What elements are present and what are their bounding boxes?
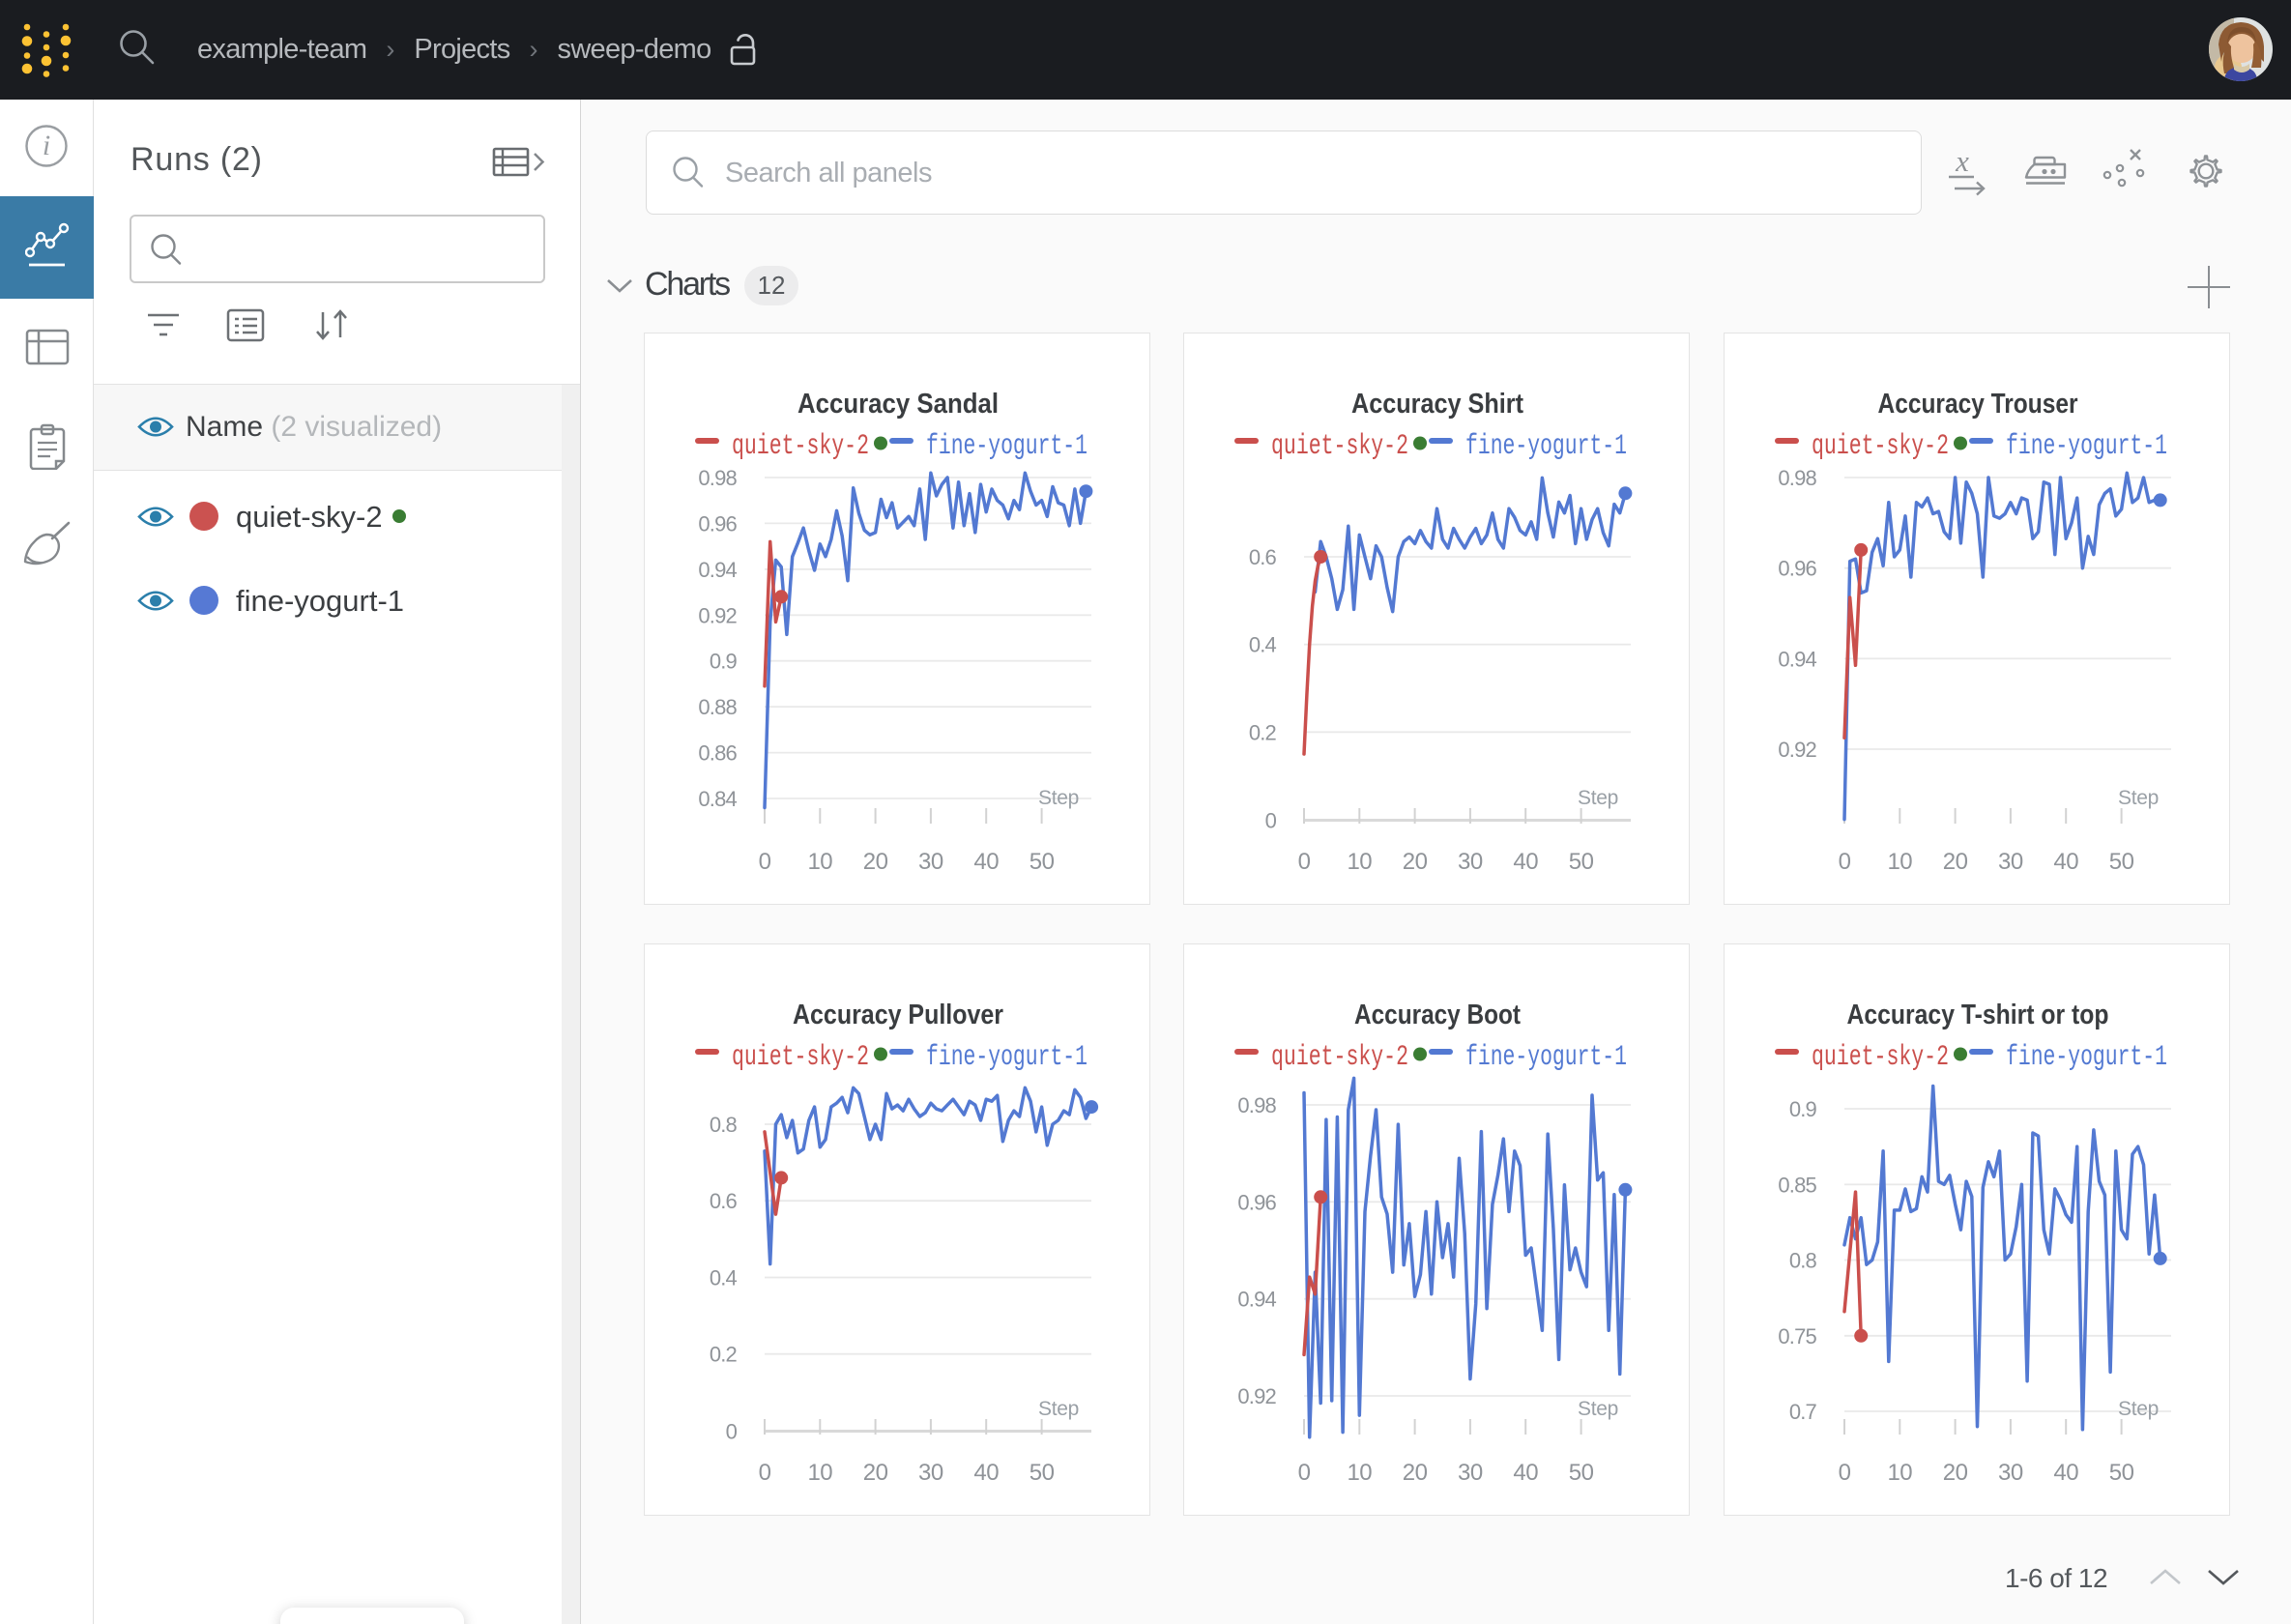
svg-text:quiet-sky-2: quiet-sky-2 — [1812, 430, 1949, 463]
svg-text:10: 10 — [1887, 849, 1912, 875]
svg-text:quiet-sky-2: quiet-sky-2 — [732, 1041, 869, 1074]
svg-text:0.4: 0.4 — [710, 1266, 738, 1290]
svg-text:50: 50 — [2109, 849, 2134, 875]
svg-text:Accuracy T-shirt or top: Accuracy T-shirt or top — [1847, 1000, 2109, 1030]
svg-text:0.9: 0.9 — [710, 650, 738, 674]
svg-text:fine-yogurt-1: fine-yogurt-1 — [1465, 1041, 1627, 1074]
svg-text:0.7: 0.7 — [1789, 1400, 1817, 1424]
svg-text:0.96: 0.96 — [1237, 1190, 1276, 1214]
svg-text:0.92: 0.92 — [1778, 738, 1816, 762]
svg-text:50: 50 — [1030, 849, 1055, 875]
svg-text:0: 0 — [1839, 849, 1851, 875]
svg-text:0.9: 0.9 — [1789, 1097, 1817, 1121]
svg-text:0.86: 0.86 — [698, 741, 737, 766]
svg-text:Accuracy Shirt: Accuracy Shirt — [1351, 389, 1523, 420]
svg-text:quiet-sky-2: quiet-sky-2 — [1271, 1041, 1408, 1074]
svg-text:40: 40 — [2053, 1460, 2078, 1486]
svg-text:0.6: 0.6 — [710, 1189, 738, 1213]
svg-text:Step: Step — [2118, 787, 2159, 809]
svg-text:0.94: 0.94 — [1778, 647, 1816, 671]
svg-text:0.96: 0.96 — [1778, 557, 1816, 581]
svg-text:0: 0 — [726, 1420, 738, 1444]
svg-text:Accuracy Boot: Accuracy Boot — [1354, 1000, 1521, 1030]
svg-text:0.98: 0.98 — [1778, 466, 1816, 490]
svg-text:quiet-sky-2: quiet-sky-2 — [732, 430, 869, 463]
svg-text:40: 40 — [973, 1460, 999, 1486]
svg-text:20: 20 — [1403, 1460, 1428, 1486]
svg-text:40: 40 — [973, 849, 999, 875]
svg-text:0.8: 0.8 — [710, 1113, 738, 1137]
svg-text:0.85: 0.85 — [1778, 1173, 1816, 1197]
svg-text:fine-yogurt-1: fine-yogurt-1 — [926, 430, 1088, 463]
svg-text:0: 0 — [1298, 1460, 1311, 1486]
svg-text:fine-yogurt-1: fine-yogurt-1 — [1465, 430, 1627, 463]
svg-text:10: 10 — [807, 849, 832, 875]
svg-text:quiet-sky-2: quiet-sky-2 — [1271, 430, 1408, 463]
svg-text:30: 30 — [1998, 1460, 2023, 1486]
svg-text:20: 20 — [1403, 849, 1428, 875]
svg-text:50: 50 — [1569, 849, 1594, 875]
svg-text:Accuracy Trouser: Accuracy Trouser — [1878, 389, 2078, 420]
svg-text:0.84: 0.84 — [698, 787, 737, 811]
svg-text:0.8: 0.8 — [1789, 1249, 1817, 1273]
svg-text:10: 10 — [1887, 1460, 1912, 1486]
svg-text:fine-yogurt-1: fine-yogurt-1 — [2006, 1041, 2167, 1074]
svg-text:40: 40 — [1513, 1460, 1538, 1486]
svg-text:0.92: 0.92 — [698, 603, 737, 627]
svg-text:0: 0 — [759, 1460, 771, 1486]
svg-text:0.2: 0.2 — [710, 1343, 738, 1367]
svg-text:0.98: 0.98 — [698, 466, 737, 490]
svg-text:20: 20 — [863, 1460, 888, 1486]
svg-text:i: i — [43, 130, 50, 161]
svg-text:quiet-sky-2: quiet-sky-2 — [1812, 1041, 1949, 1074]
svg-text:Accuracy Sandal: Accuracy Sandal — [798, 389, 999, 420]
svg-text:10: 10 — [807, 1460, 832, 1486]
svg-text:50: 50 — [1569, 1460, 1594, 1486]
svg-text:50: 50 — [1030, 1460, 1055, 1486]
svg-text:Step: Step — [1578, 1398, 1618, 1420]
svg-text:fine-yogurt-1: fine-yogurt-1 — [926, 1041, 1088, 1074]
svg-text:Step: Step — [2118, 1398, 2159, 1420]
svg-text:30: 30 — [1458, 849, 1483, 875]
svg-text:30: 30 — [1998, 849, 2023, 875]
svg-text:0: 0 — [1839, 1460, 1851, 1486]
svg-text:10: 10 — [1347, 849, 1372, 875]
svg-text:0.4: 0.4 — [1249, 633, 1277, 657]
svg-text:0.75: 0.75 — [1778, 1324, 1816, 1348]
svg-text:20: 20 — [1943, 849, 1968, 875]
svg-text:20: 20 — [1943, 1460, 1968, 1486]
svg-text:30: 30 — [918, 849, 943, 875]
svg-text:0: 0 — [1298, 849, 1311, 875]
svg-text:30: 30 — [1458, 1460, 1483, 1486]
svg-text:0: 0 — [1265, 809, 1277, 833]
svg-text:50: 50 — [2109, 1460, 2134, 1486]
svg-text:fine-yogurt-1: fine-yogurt-1 — [2006, 430, 2167, 463]
svg-text:0.2: 0.2 — [1249, 720, 1277, 744]
svg-text:10: 10 — [1347, 1460, 1372, 1486]
svg-text:0.96: 0.96 — [698, 511, 737, 536]
svg-text:0: 0 — [759, 849, 771, 875]
svg-text:Step: Step — [1038, 787, 1079, 809]
svg-text:0.94: 0.94 — [698, 558, 737, 582]
svg-text:20: 20 — [863, 849, 888, 875]
svg-text:0.88: 0.88 — [698, 695, 737, 719]
svg-text:Accuracy Pullover: Accuracy Pullover — [793, 1000, 1003, 1030]
svg-text:0.6: 0.6 — [1249, 545, 1277, 569]
svg-text:40: 40 — [1513, 849, 1538, 875]
svg-text:0.94: 0.94 — [1237, 1288, 1276, 1312]
svg-text:0.92: 0.92 — [1237, 1384, 1276, 1408]
svg-text:Step: Step — [1578, 787, 1618, 809]
svg-text:40: 40 — [2053, 849, 2078, 875]
svg-text:0.98: 0.98 — [1237, 1093, 1276, 1117]
svg-text:30: 30 — [918, 1460, 943, 1486]
svg-text:Step: Step — [1038, 1398, 1079, 1420]
svg-text:x: x — [1955, 148, 1969, 178]
